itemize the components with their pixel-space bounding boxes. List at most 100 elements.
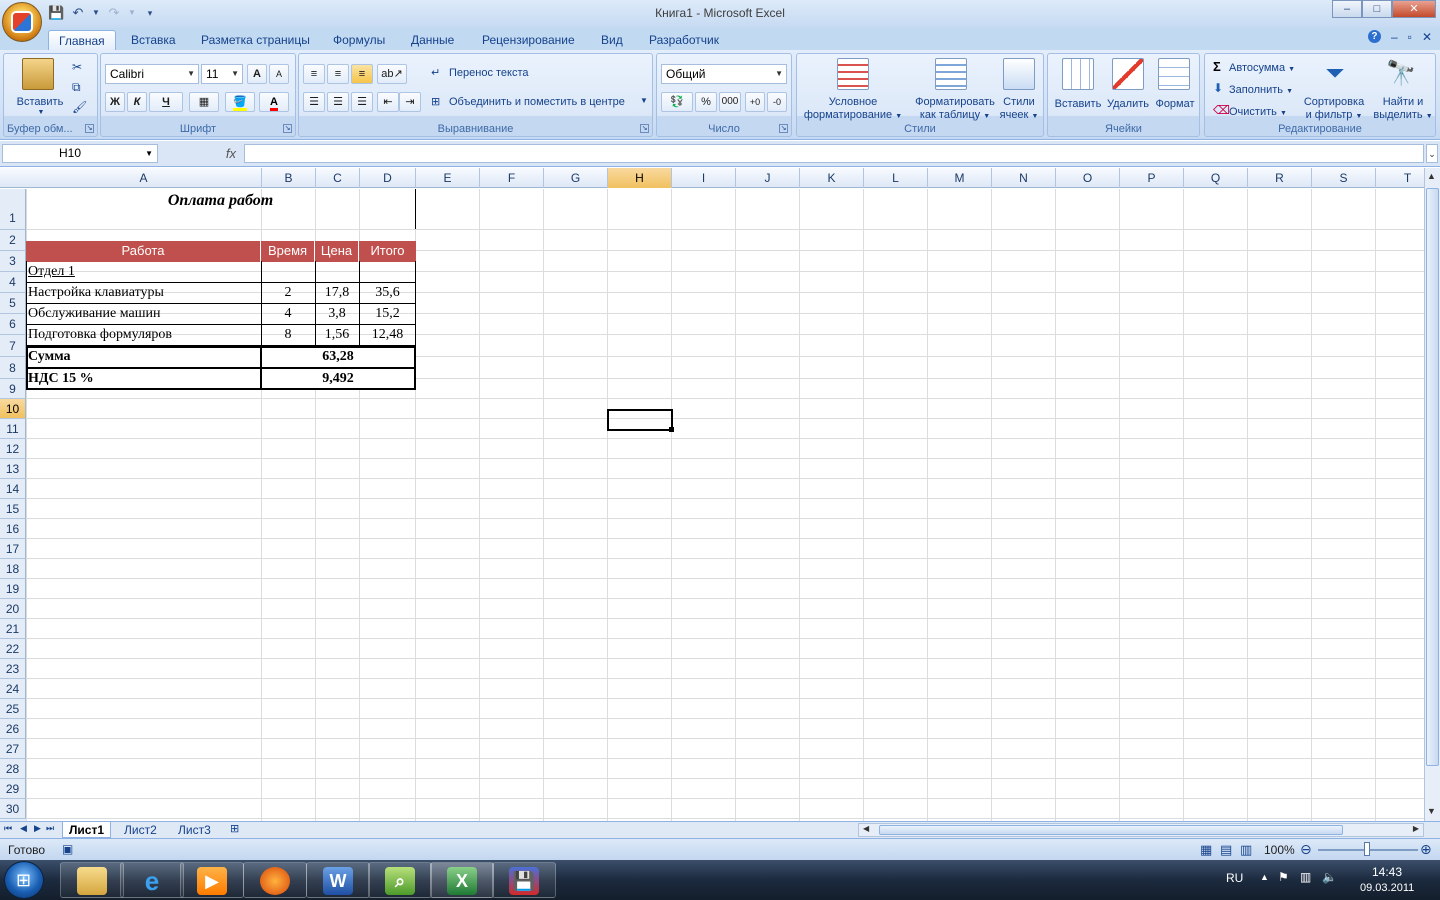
close-button[interactable]: ✕ <box>1392 0 1436 18</box>
sum-value[interactable]: 63,28 <box>262 347 414 367</box>
tab-page-layout[interactable]: Разметка страницы <box>199 30 312 50</box>
chevron-down-icon[interactable]: ▼ <box>640 96 648 105</box>
align-left-button[interactable]: ☰ <box>303 92 325 112</box>
tab-developer[interactable]: Разработчик <box>647 30 721 50</box>
merge-center-button[interactable]: Объединить и поместить в центре <box>449 96 625 109</box>
column-header[interactable]: D <box>360 168 416 188</box>
header-total[interactable]: Итого <box>359 241 416 262</box>
find-select-button[interactable]: Найти и выделить ▼ <box>1371 96 1435 123</box>
column-header[interactable]: P <box>1120 168 1184 188</box>
row-header[interactable]: 26 <box>0 719 26 739</box>
sort-filter-button[interactable]: Сортировка и фильтр ▼ <box>1299 96 1369 123</box>
save-icon[interactable]: 💾 <box>48 5 64 21</box>
column-header[interactable]: F <box>480 168 544 188</box>
format-painter-icon[interactable]: 🖌 <box>72 100 87 114</box>
taskbar-word[interactable]: W <box>306 862 370 898</box>
customize-qat-icon[interactable]: ▾ <box>142 5 158 21</box>
cut-icon[interactable]: ✂ <box>72 60 82 74</box>
insert-cells-icon[interactable] <box>1062 58 1094 90</box>
selected-cell[interactable] <box>607 409 673 431</box>
last-sheet-icon[interactable]: ⏭ <box>46 823 54 834</box>
row-header[interactable]: 8 <box>0 357 26 379</box>
insert-function-button[interactable]: fx <box>160 144 242 163</box>
fill-button[interactable]: Заполнить ▼ <box>1229 84 1293 98</box>
sheet-tab-3[interactable]: Лист3 <box>172 822 217 838</box>
undo-icon[interactable]: ↶ <box>70 5 86 21</box>
vertical-scrollbar[interactable]: ▲ ▼ <box>1424 168 1440 821</box>
tab-formulas[interactable]: Формулы <box>331 30 387 50</box>
taskbar-explorer[interactable] <box>60 862 124 898</box>
increase-indent-button[interactable]: ⇥ <box>399 92 421 112</box>
start-button[interactable]: ⊞ <box>4 861 44 899</box>
page-break-view-icon[interactable]: ▥ <box>1240 842 1252 858</box>
sort-filter-icon[interactable]: ⏷ <box>1319 58 1351 90</box>
row-header[interactable]: 9 <box>0 379 26 399</box>
column-header[interactable]: N <box>992 168 1056 188</box>
scroll-right-icon[interactable]: ▶ <box>1413 824 1419 833</box>
volume-icon[interactable]: 🔈 <box>1322 870 1337 884</box>
clock-date[interactable]: 09.03.2011 <box>1360 882 1414 894</box>
page-layout-view-icon[interactable]: ▤ <box>1220 842 1232 858</box>
taskbar-firefox[interactable] <box>243 862 307 898</box>
dialog-launcher-icon[interactable]: ↘ <box>85 124 94 133</box>
percent-button[interactable]: % <box>695 92 717 112</box>
row-header[interactable]: 17 <box>0 539 26 559</box>
header-time[interactable]: Время <box>261 241 315 262</box>
fill-handle[interactable] <box>669 427 674 432</box>
chevron-down-icon[interactable]: ▼ <box>36 106 46 119</box>
normal-view-icon[interactable]: ▦ <box>1200 842 1212 858</box>
delete-cells-icon[interactable] <box>1112 58 1144 90</box>
taskbar-excel[interactable]: X <box>430 862 494 898</box>
autosum-button[interactable]: Автосумма ▼ <box>1229 62 1295 76</box>
row-header[interactable]: 6 <box>0 314 26 335</box>
shrink-font-button[interactable]: A <box>269 64 289 84</box>
item-total[interactable]: 12,48 <box>359 325 416 345</box>
dept-label[interactable]: Отдел 1 <box>28 262 258 282</box>
taskbar-ie[interactable]: e <box>120 862 184 898</box>
insert-cells-button[interactable]: Вставить <box>1052 98 1104 111</box>
zoom-slider-thumb[interactable] <box>1364 842 1370 856</box>
row-header[interactable]: 15 <box>0 499 26 519</box>
taskbar-search[interactable]: ⌕ <box>368 862 432 898</box>
align-bottom-button[interactable]: ≡ <box>351 64 373 84</box>
cell-styles-button[interactable]: Стили ячеек ▼ <box>997 96 1041 123</box>
item-total[interactable]: 15,2 <box>359 304 416 324</box>
column-header[interactable]: O <box>1056 168 1120 188</box>
item-total[interactable]: 35,6 <box>359 283 416 303</box>
ribbon-close-icon[interactable]: ✕ <box>1422 30 1432 44</box>
row-header[interactable]: 28 <box>0 759 26 779</box>
sheet-tab-1[interactable]: Лист1 <box>62 822 112 838</box>
font-family-combo[interactable]: Calibri ▼ <box>105 64 199 84</box>
item-price[interactable]: 1,56 <box>315 325 359 345</box>
orientation-button[interactable]: ab↗ <box>377 64 407 84</box>
column-header[interactable]: R <box>1248 168 1312 188</box>
row-header[interactable]: 18 <box>0 559 26 579</box>
font-color-button[interactable]: A <box>259 92 289 112</box>
format-cells-button[interactable]: Формат <box>1152 98 1198 111</box>
taskbar-floppy[interactable]: 💾 <box>492 862 556 898</box>
clock-time[interactable]: 14:43 <box>1372 865 1402 879</box>
prev-sheet-icon[interactable]: ◀ <box>20 823 27 834</box>
tab-view[interactable]: Вид <box>599 30 625 50</box>
item-name[interactable]: Настройка клавиатуры <box>28 283 258 303</box>
row-header[interactable]: 30 <box>0 799 26 819</box>
format-cells-icon[interactable] <box>1158 58 1190 90</box>
row-header[interactable]: 29 <box>0 779 26 799</box>
row-header[interactable]: 24 <box>0 679 26 699</box>
vertical-scroll-thumb[interactable] <box>1426 188 1439 766</box>
formula-input[interactable] <box>244 144 1424 163</box>
item-name[interactable]: Обслуживание машин <box>28 304 258 324</box>
office-button[interactable] <box>2 2 42 42</box>
column-header[interactable]: I <box>672 168 736 188</box>
binoculars-icon[interactable]: 🔭 <box>1385 58 1417 90</box>
item-name[interactable]: Подготовка формуляров <box>28 325 258 345</box>
conditional-format-icon[interactable] <box>837 58 869 90</box>
row-header[interactable]: 16 <box>0 519 26 539</box>
decrease-decimal-button[interactable]: -0 <box>767 92 787 112</box>
row-header[interactable]: 7 <box>0 335 26 357</box>
row-header[interactable]: 5 <box>0 293 26 314</box>
grow-font-button[interactable]: A <box>247 64 267 84</box>
row-header[interactable]: 11 <box>0 419 26 439</box>
column-header[interactable]: C <box>316 168 360 188</box>
row-header[interactable]: 21 <box>0 619 26 639</box>
